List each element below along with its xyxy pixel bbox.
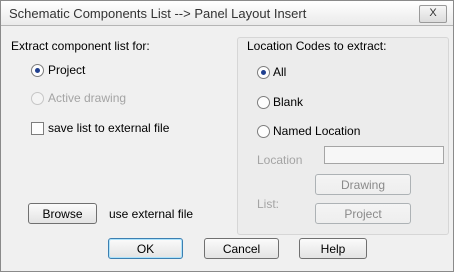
extract-heading: Extract component list for:: [11, 39, 150, 53]
use-external-file-label: use external file: [109, 207, 194, 221]
location-codes-heading: Location Codes to extract:: [247, 39, 387, 53]
cancel-button[interactable]: Cancel: [204, 238, 279, 259]
active-drawing-radio-label: Active drawing: [48, 91, 127, 105]
ok-button-label: OK: [136, 242, 155, 256]
drawing-button-label: Drawing: [340, 178, 385, 192]
location-input[interactable]: [324, 146, 444, 164]
list-label: List:: [257, 197, 280, 211]
named-location-radio-label: Named Location: [273, 124, 361, 138]
location-label: Location: [257, 153, 303, 167]
help-button[interactable]: Help: [299, 238, 367, 259]
save-list-checkbox-label: save list to external file: [48, 121, 170, 135]
close-button[interactable]: X: [419, 5, 447, 23]
project-list-button[interactable]: Project: [315, 203, 411, 224]
browse-button-label: Browse: [42, 207, 83, 221]
drawing-button[interactable]: Drawing: [315, 174, 411, 195]
cancel-button-label: Cancel: [222, 242, 261, 256]
blank-radio[interactable]: [257, 96, 270, 109]
dialog-window: Schematic Components List --> Panel Layo…: [0, 0, 454, 272]
named-location-radio[interactable]: [257, 125, 270, 138]
save-list-checkbox[interactable]: [31, 122, 44, 135]
all-radio-label: All: [273, 65, 287, 79]
project-list-button-label: Project: [344, 207, 382, 221]
ok-button[interactable]: OK: [108, 238, 183, 259]
all-radio[interactable]: [257, 66, 270, 79]
help-button-label: Help: [320, 242, 346, 256]
title-bar: Schematic Components List --> Panel Layo…: [1, 1, 453, 26]
active-drawing-radio[interactable]: [31, 92, 44, 105]
project-radio-label: Project: [48, 63, 86, 77]
blank-radio-label: Blank: [273, 95, 304, 109]
window-title: Schematic Components List --> Panel Layo…: [9, 6, 307, 21]
browse-button[interactable]: Browse: [28, 203, 97, 224]
project-radio[interactable]: [31, 64, 44, 77]
close-icon: X: [429, 7, 437, 19]
